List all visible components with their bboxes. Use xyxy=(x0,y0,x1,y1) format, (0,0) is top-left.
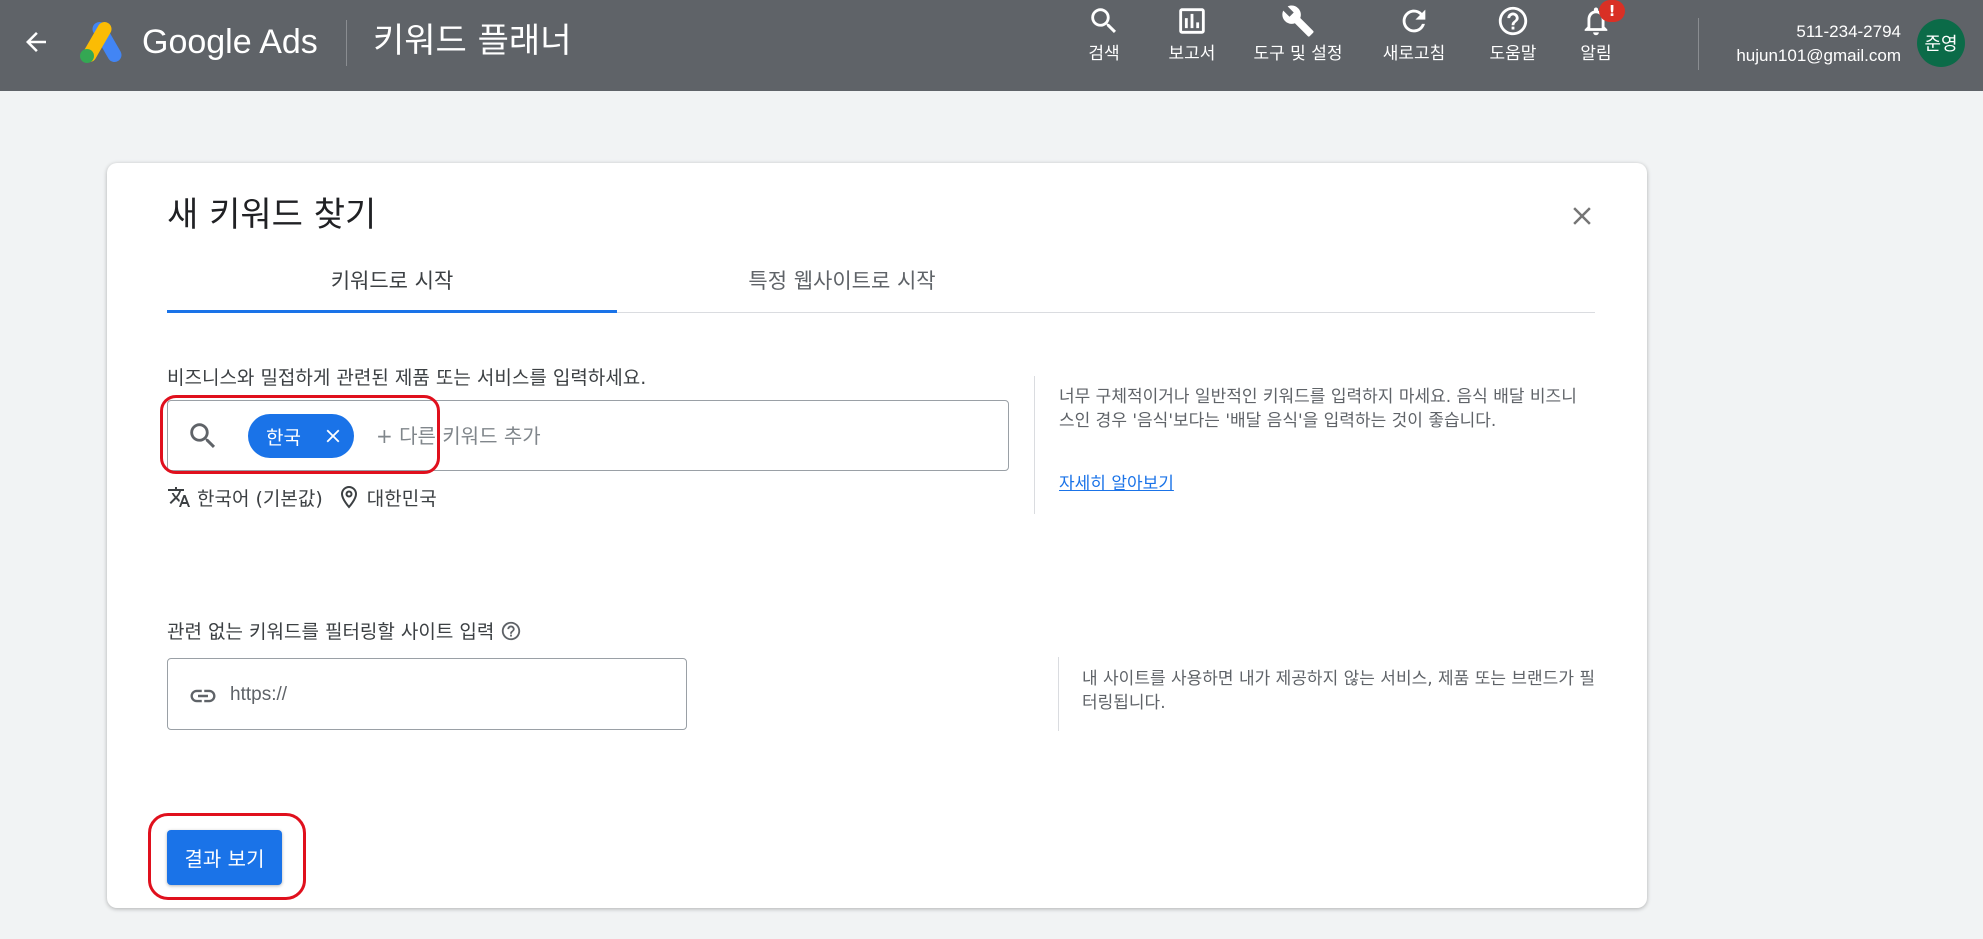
account-phone: 511-234-2794 xyxy=(1796,22,1901,41)
brand-name: Google Ads xyxy=(142,23,318,61)
site-url-box[interactable] xyxy=(167,658,687,730)
translate-icon[interactable] xyxy=(167,485,191,509)
account-info[interactable]: 511-234-2794 hujun101@gmail.com xyxy=(1736,20,1901,68)
find-keywords-dialog: 새 키워드 찾기 키워드로 시작 특정 웹사이트로 시작 비즈니스와 밀접하게 … xyxy=(107,163,1647,908)
help-tool[interactable]: 도움말 xyxy=(1480,4,1546,64)
page-title: 키워드 플래너 xyxy=(373,21,572,61)
tab-start-with-website[interactable]: 특정 웹사이트로 시작 xyxy=(617,261,1067,313)
tool-label: 도움말 xyxy=(1489,44,1537,64)
divider xyxy=(1034,376,1035,514)
search-tool[interactable]: 검색 xyxy=(1082,4,1126,64)
help-icon xyxy=(1498,6,1528,36)
site-help-text: 내 사이트를 사용하면 내가 제공하지 않는 서비스, 제품 또는 브랜드가 필… xyxy=(1082,669,1596,713)
keyword-input-box[interactable]: 한국 xyxy=(167,400,1009,471)
search-icon xyxy=(190,423,216,449)
learn-more-link[interactable]: 자세히 알아보기 xyxy=(1059,469,1174,494)
search-icon xyxy=(1091,8,1117,34)
divider xyxy=(346,20,347,66)
back-button[interactable] xyxy=(16,22,56,62)
language-value[interactable]: 한국어 (기본값) xyxy=(197,484,323,511)
tab-bar: 키워드로 시작 특정 웹사이트로 시작 xyxy=(167,261,1595,313)
help-circle-icon[interactable] xyxy=(500,620,522,642)
keyword-input[interactable] xyxy=(376,417,976,455)
close-icon[interactable] xyxy=(1567,201,1597,231)
tool-label: 알림 xyxy=(1580,44,1612,64)
refresh-tool[interactable]: 새로고침 xyxy=(1374,4,1454,64)
location-pin-icon[interactable] xyxy=(337,485,361,509)
site-filter-label-text: 관련 없는 키워드를 필터링할 사이트 입력 xyxy=(167,621,495,643)
remove-chip-icon[interactable] xyxy=(322,425,344,447)
tab-start-with-keywords[interactable]: 키워드로 시작 xyxy=(167,261,617,313)
tool-label: 보고서 xyxy=(1168,44,1216,64)
keyword-chip[interactable]: 한국 xyxy=(248,414,354,458)
tool-label: 검색 xyxy=(1088,44,1120,64)
top-app-bar: Google Ads 키워드 플래너 검색 보고서 도구 및 설정 새로고침 도… xyxy=(0,0,1983,91)
divider xyxy=(1698,18,1699,70)
reports-icon xyxy=(1179,8,1205,34)
location-value[interactable]: 대한민국 xyxy=(367,484,437,511)
wrench-icon xyxy=(1282,5,1314,37)
tools-settings-tool[interactable]: 도구 및 설정 xyxy=(1252,4,1344,64)
site-url-input[interactable] xyxy=(230,676,670,714)
keyword-help-text: 너무 구체적이거나 일반적인 키워드를 입력하지 마세요. 음식 배달 비즈니스… xyxy=(1059,387,1577,431)
view-results-button[interactable]: 결과 보기 xyxy=(167,830,282,885)
keyword-label: 비즈니스와 밀접하게 관련된 제품 또는 서비스를 입력하세요. xyxy=(167,367,647,389)
google-ads-logo-icon xyxy=(80,22,122,63)
account-email: hujun101@gmail.com xyxy=(1736,46,1901,65)
arrow-back-icon xyxy=(26,32,46,52)
tool-label: 도구 및 설정 xyxy=(1253,44,1343,64)
alert-badge: ! xyxy=(1599,0,1625,22)
language-location-row: 한국어 (기본값) 대한민국 xyxy=(167,481,437,513)
divider xyxy=(1058,657,1059,731)
keyword-chip-label: 한국 xyxy=(266,426,301,449)
reports-tool[interactable]: 보고서 xyxy=(1162,4,1222,64)
avatar[interactable]: 준영 xyxy=(1917,19,1965,67)
dialog-title: 새 키워드 찾기 xyxy=(167,195,377,235)
link-icon xyxy=(190,689,216,703)
tool-label: 새로고침 xyxy=(1382,44,1446,64)
refresh-icon xyxy=(1402,9,1426,33)
site-filter-label: 관련 없는 키워드를 필터링할 사이트 입력 xyxy=(167,617,522,644)
